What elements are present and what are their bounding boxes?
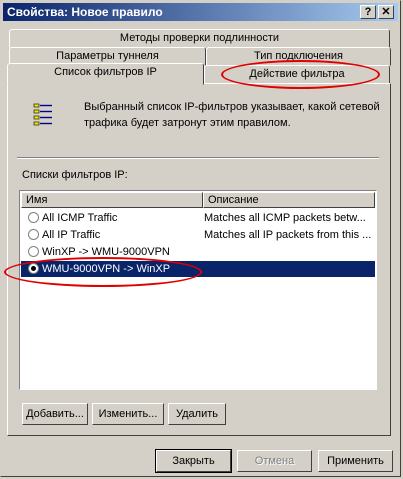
apply-button[interactable]: Применить: [318, 450, 393, 472]
table-row-selected[interactable]: WMU-9000VPN -> WinXP: [21, 261, 375, 277]
description-text: Выбранный список IP-фильтров указывает, …: [84, 101, 380, 129]
row-name: WMU-9000VPN -> WinXP: [42, 263, 171, 275]
column-header-description[interactable]: Описание: [203, 192, 375, 208]
help-button[interactable]: ?: [360, 5, 376, 19]
row-name: All IP Traffic: [42, 229, 101, 241]
filter-list-icon: [33, 103, 52, 126]
radio-button-checked[interactable]: [28, 263, 39, 274]
tab-filter-action[interactable]: Действие фильтра: [204, 65, 390, 84]
add-button[interactable]: Добавить...: [22, 403, 88, 425]
table-row[interactable]: WinXP -> WMU-9000VPN: [21, 244, 375, 260]
column-header-name[interactable]: Имя: [21, 192, 203, 208]
radio-button[interactable]: [28, 246, 39, 257]
tab-ip-filter-list[interactable]: Список фильтров IP: [7, 63, 204, 85]
delete-button[interactable]: Удалить: [168, 403, 226, 425]
row-description: Matches all ICMP packets betw...: [204, 212, 366, 224]
title-bar[interactable]: Свойства: Новое правило ? ✕: [3, 3, 398, 21]
close-button[interactable]: Закрыть: [155, 449, 232, 473]
ip-filter-listview[interactable]: Имя Описание All ICMP Traffic Matches al…: [19, 190, 377, 390]
ip-filter-lists-label: Списки фильтров IP:: [22, 169, 128, 181]
tab-auth-methods[interactable]: Методы проверки подлинности: [9, 29, 390, 48]
window-title: Свойства: Новое правило: [7, 5, 163, 19]
table-row[interactable]: All IP Traffic Matches all IP packets fr…: [21, 227, 375, 243]
cancel-button[interactable]: Отмена: [237, 450, 312, 472]
row-description: Matches all IP packets from this ...: [204, 229, 372, 241]
table-row[interactable]: All ICMP Traffic Matches all ICMP packet…: [21, 210, 375, 226]
tab-connection-type[interactable]: Тип подключения: [206, 47, 391, 66]
row-name: All ICMP Traffic: [42, 212, 118, 224]
listview-header: Имя Описание: [21, 192, 375, 208]
radio-button[interactable]: [28, 212, 39, 223]
separator: [17, 157, 379, 159]
row-name: WinXP -> WMU-9000VPN: [42, 246, 170, 258]
close-window-button[interactable]: ✕: [378, 5, 394, 19]
edit-button[interactable]: Изменить...: [92, 403, 164, 425]
radio-button[interactable]: [28, 229, 39, 240]
